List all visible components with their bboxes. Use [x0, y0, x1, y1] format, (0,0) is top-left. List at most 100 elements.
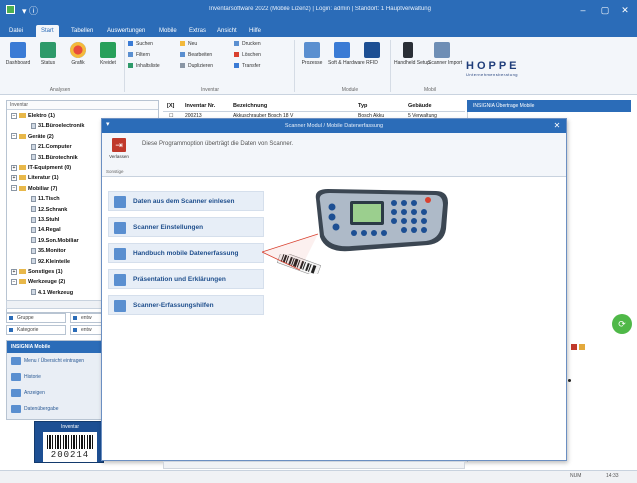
software-hardware-button[interactable]: Soft & Hardware	[328, 39, 365, 75]
tree-node[interactable]: 19.Son.Mobiliar	[23, 237, 79, 246]
tree-node-label: Geräte (2)	[28, 133, 54, 140]
tree-node[interactable]: 12.Schrank	[23, 206, 67, 215]
scanner-settings-button[interactable]: Scanner Einstellungen	[108, 217, 264, 237]
nav-item-historie[interactable]: Historie	[11, 371, 41, 383]
manual-icon	[114, 248, 126, 260]
table-horizontal-scrollbar[interactable]	[163, 461, 465, 469]
tree-node[interactable]: + Sonstiges (1)	[11, 268, 63, 277]
quick-access-icon[interactable]: ▾ ⓘ	[22, 4, 38, 17]
minimize-button[interactable]: –	[574, 3, 592, 17]
ribbon-separator	[390, 40, 391, 92]
scanner-help-button[interactable]: Scanner-Erfassungshilfen	[108, 295, 264, 315]
gruppe-select[interactable]: Gruppe	[6, 313, 66, 323]
document-icon	[31, 206, 36, 213]
tree-node[interactable]: 31.Büroelectronik	[23, 122, 84, 131]
tab-mobile[interactable]: Mobile	[154, 25, 182, 37]
loeschen-button[interactable]: Löschen	[234, 51, 261, 60]
kreidet-button[interactable]: Kreidet	[94, 39, 122, 75]
expand-toggle-icon[interactable]: −	[11, 133, 17, 140]
suchen-button[interactable]: Suchen	[128, 40, 153, 49]
tree-node[interactable]: 31.Bürotechnik	[23, 154, 78, 163]
grafik-button[interactable]: Grafik	[64, 39, 92, 75]
tab-tabellen[interactable]: Tabellen	[66, 25, 98, 37]
col-header-typ[interactable]: Typ	[358, 100, 367, 112]
col-header-inventar-nr[interactable]: Inventar Nr.	[185, 100, 215, 112]
list-icon	[128, 63, 133, 69]
expand-toggle-icon[interactable]: +	[11, 268, 17, 275]
filtern-button[interactable]: Filtern	[128, 51, 150, 60]
presentation-button[interactable]: Präsentation und Erklärungen	[108, 269, 264, 289]
tree-node[interactable]: 13.Stuhl	[23, 216, 59, 225]
neu-button[interactable]: Neu	[180, 40, 197, 49]
expand-toggle-icon[interactable]: −	[11, 185, 17, 192]
tree-node[interactable]: 35.Monitor	[23, 247, 66, 256]
tree-node[interactable]: − Geräte (2)	[11, 133, 54, 142]
read-scanner-data-button[interactable]: Daten aus dem Scanner einlesen	[108, 191, 264, 211]
tree-node[interactable]: + Literatur (1)	[11, 174, 59, 183]
group-label-analysen: Analysen	[49, 87, 71, 93]
pen-icon[interactable]	[579, 344, 585, 350]
tree-node[interactable]: 21.Computer	[23, 143, 72, 152]
expand-toggle-icon[interactable]: −	[11, 278, 17, 285]
dialog-title: Scanner Modul / Mobile Datenerfassung	[102, 119, 566, 133]
tree-node-label: Werkzeuge (2)	[28, 279, 66, 286]
tab-extras[interactable]: Extras	[184, 25, 211, 37]
tree-node[interactable]: − Mobiliar (7)	[11, 185, 57, 194]
tab-auswertungen[interactable]: Auswertungen	[102, 25, 150, 37]
tree-node[interactable]: − Elektro (1)	[11, 112, 55, 121]
handheld-setup-button[interactable]: Handheld Setup	[394, 39, 430, 75]
maximize-button[interactable]: ▢	[596, 3, 614, 17]
sync-icon[interactable]: ⟳	[612, 314, 632, 334]
tree-header[interactable]: Inventar	[7, 101, 158, 110]
rfid-button[interactable]: RFID	[358, 39, 386, 75]
nav-item-datenuebergabe[interactable]: Datenübergabe	[11, 403, 58, 415]
tree-node-label: 19.Son.Mobiliar	[38, 237, 79, 244]
window-title: Inventarsoftware 2022 (Mobile Lizenz) | …	[209, 6, 431, 12]
transfer-button[interactable]: Transfer	[234, 62, 260, 71]
tree-node[interactable]: 92.Kleinteile	[23, 258, 70, 267]
document-icon	[31, 258, 36, 265]
nav-item-anzeigen[interactable]: Anzeigen	[11, 387, 45, 399]
data-transfer-icon	[11, 404, 21, 413]
expand-toggle-icon[interactable]: +	[11, 164, 17, 171]
document-icon	[31, 289, 36, 296]
presentation-icon	[114, 274, 126, 286]
scanner-import-button[interactable]: Scanner Import	[428, 39, 462, 75]
manual-button[interactable]: Handbuch mobile Datenerfassung	[108, 243, 264, 263]
tree-node[interactable]: 14.Regal	[23, 226, 61, 235]
tab-start[interactable]: Start	[36, 25, 59, 37]
tree-node[interactable]: − Werkzeuge (2)	[11, 278, 65, 287]
drucken-button[interactable]: Drucken	[234, 40, 261, 49]
inhaltsliste-button[interactable]: Inhaltsliste	[128, 62, 160, 71]
exit-button[interactable]: ⇥ Verlassen	[106, 136, 132, 166]
filter-icon	[128, 52, 133, 58]
col-header-select[interactable]: [X]	[167, 100, 174, 112]
dialog-close-button[interactable]: ✕	[550, 119, 564, 133]
menu-icon	[11, 356, 21, 365]
bearbeiten-button[interactable]: Bearbeiten	[180, 51, 212, 60]
tab-ansicht[interactable]: Ansicht	[212, 25, 242, 37]
close-button[interactable]: ✕	[616, 3, 634, 17]
group-label-inventar: Inventar	[200, 87, 220, 93]
edit-icon[interactable]	[571, 344, 577, 350]
folder-icon	[19, 175, 26, 181]
tree-node[interactable]: + IT-Equipment (0)	[11, 164, 71, 173]
hoppe-logo: HOPPE Unternehmensberatung	[466, 60, 520, 77]
status-button[interactable]: Status	[34, 39, 62, 75]
tab-hilfe[interactable]: Hilfe	[244, 25, 266, 37]
expand-toggle-icon[interactable]: +	[11, 174, 17, 181]
dialog-menu-icon[interactable]: ▾	[106, 120, 116, 130]
tree-node-label: 13.Stuhl	[38, 217, 60, 223]
duplizieren-button[interactable]: Duplizieren	[180, 62, 213, 71]
col-header-bezeichnung[interactable]: Bezeichnung	[233, 100, 267, 112]
kategorie-select[interactable]: Kategorie	[6, 325, 66, 335]
tree-node[interactable]: 4.1 Werkzeug	[23, 289, 73, 298]
dashboard-button[interactable]: Dashboard	[4, 39, 32, 75]
expand-toggle-icon[interactable]: −	[11, 112, 17, 119]
view-icon	[11, 388, 21, 397]
prozesse-button[interactable]: Prozesse	[298, 39, 326, 75]
nav-item-menu[interactable]: Menu / Übersicht eintragen	[11, 355, 84, 367]
col-header-gebaeude[interactable]: Gebäude	[408, 100, 432, 112]
tab-datei[interactable]: Datei	[4, 25, 28, 37]
tree-node[interactable]: 11.Tisch	[23, 195, 60, 204]
